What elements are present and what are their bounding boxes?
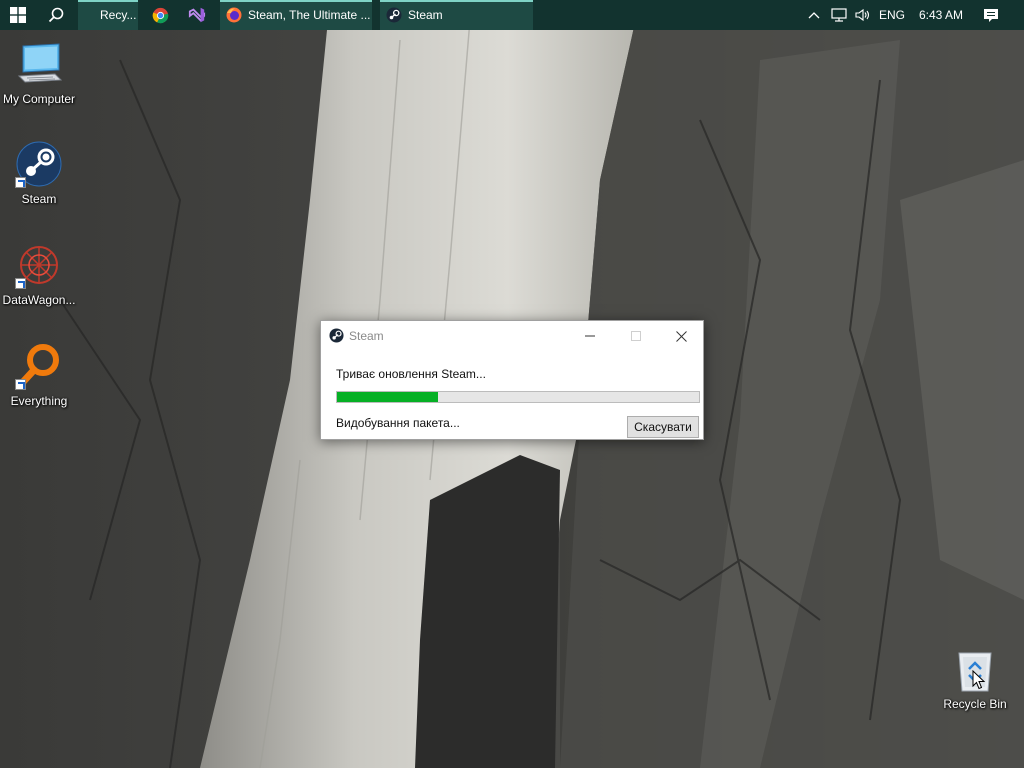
update-progress-fill (337, 392, 439, 402)
visual-studio-icon (188, 7, 206, 23)
steam-update-dialog: Steam Триває оновлення Steam... Видобува… (320, 320, 704, 440)
steam-icon (329, 328, 344, 343)
taskbar-item-label: Steam (408, 8, 443, 22)
close-icon (675, 330, 687, 342)
dialog-title: Steam (349, 329, 384, 343)
minimize-icon (585, 335, 595, 337)
taskbar-item-visual-studio[interactable] (180, 0, 214, 30)
taskbar-item-label: Recy... (100, 8, 137, 22)
update-substatus-text: Видобування пакета... (336, 416, 460, 430)
shortcut-arrow-icon (15, 177, 26, 188)
close-button[interactable] (658, 321, 704, 351)
update-status-text: Триває оновлення Steam... (336, 367, 486, 381)
mouse-cursor-icon (972, 670, 986, 690)
language-indicator: ENG (878, 8, 905, 22)
desktop-icon-label: DataWagon... (2, 293, 76, 307)
search-icon (48, 7, 64, 23)
minimize-button[interactable] (567, 321, 613, 351)
maximize-icon (631, 331, 641, 341)
chrome-icon (152, 7, 168, 23)
desktop-icon-label: Recycle Bin (943, 697, 1007, 711)
taskbar: Recy... Steam, The Ultimate ... Steam EN… (0, 0, 1024, 30)
tray-overflow-button[interactable] (804, 0, 824, 30)
network-button[interactable] (828, 0, 850, 30)
shortcut-arrow-icon (15, 278, 26, 289)
computer-icon (17, 43, 63, 83)
dialog-titlebar[interactable]: Steam (321, 321, 703, 351)
input-language-button[interactable]: ENG (876, 0, 908, 30)
desktop-icon-my-computer[interactable]: My Computer (0, 40, 78, 106)
taskbar-item-label: Steam, The Ultimate ... (248, 8, 371, 22)
speaker-icon (855, 8, 870, 22)
desktop-icon-label: My Computer (2, 92, 76, 106)
taskbar-item-recycle-bin[interactable]: Recy... (78, 0, 138, 30)
firefox-icon (226, 7, 242, 23)
network-icon (831, 8, 847, 22)
desktop-icon-steam[interactable]: Steam (0, 140, 78, 206)
desktop-icon-everything[interactable]: Everything (0, 342, 78, 408)
desktop-screen: Recy... Steam, The Ultimate ... Steam EN… (0, 0, 1024, 768)
start-button[interactable] (0, 0, 36, 30)
update-progress-bar (336, 391, 700, 403)
taskbar-item-firefox[interactable]: Steam, The Ultimate ... (220, 0, 372, 30)
steam-icon (386, 7, 402, 23)
desktop-icon-datawagon[interactable]: DataWagon... (0, 241, 78, 307)
shortcut-arrow-icon (15, 379, 26, 390)
search-button[interactable] (38, 0, 74, 30)
cancel-button[interactable]: Скасувати (627, 416, 699, 438)
maximize-button (613, 321, 659, 351)
clock-button[interactable]: 6:43 AM (912, 0, 970, 30)
taskbar-item-chrome[interactable] (144, 0, 176, 30)
action-center-button[interactable] (978, 0, 1004, 30)
clock-time: 6:43 AM (918, 8, 964, 22)
windows-logo-icon (10, 7, 26, 23)
volume-button[interactable] (852, 0, 874, 30)
desktop-icon-label: Steam (21, 192, 57, 206)
desktop-icon-label: Everything (10, 394, 68, 408)
notification-icon (984, 8, 998, 22)
taskbar-item-steam[interactable]: Steam (380, 0, 533, 30)
chevron-up-icon (808, 12, 820, 19)
